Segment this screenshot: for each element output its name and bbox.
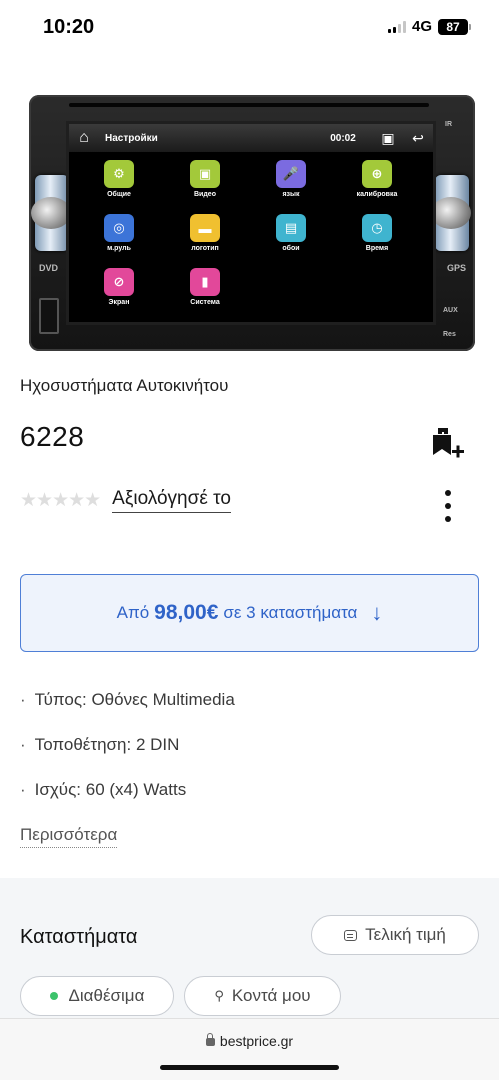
available-dot-icon [49, 992, 58, 1000]
receipt-icon [344, 929, 358, 941]
home-indicator[interactable] [160, 1065, 339, 1070]
spec-text: Ισχύς: 60 (x4) Watts [34, 780, 187, 799]
stereo-app-label: логотип [191, 245, 219, 252]
aux-label: AUX [443, 307, 458, 314]
screen-icon: ⊘ [104, 268, 134, 296]
gps-label: GPS [447, 263, 467, 273]
dvd-label: DVD [39, 263, 59, 273]
stereo-app: ▣ Видео [163, 160, 247, 208]
screen-clock: 00:02 [330, 132, 356, 144]
stereo-app: ▤ обои [249, 214, 333, 262]
add-to-list-button[interactable] [428, 425, 470, 463]
arrow-down-icon: ↓ [371, 600, 383, 625]
stereo-app-label: Видео [194, 191, 216, 198]
more-specs-link[interactable]: Περισσότερα [20, 825, 118, 848]
wallpaper-icon: ▤ [276, 214, 306, 242]
screen-title: Настройки [105, 132, 158, 144]
product-category[interactable]: Ηχοσυστήματα Αυτοκινήτου [20, 376, 228, 396]
kebab-dot [445, 503, 451, 509]
offers-prefix: Από [116, 603, 150, 622]
stores-title: Καταστήματα [20, 926, 138, 948]
steering-wheel-icon: ◎ [104, 214, 134, 242]
screen-topbar: ⌂ Настройки 00:02 ▣ ↩ [69, 124, 433, 152]
tune-knob [431, 175, 471, 251]
kebab-dot [445, 490, 451, 496]
stereo-app: ◎ м.руль [77, 214, 161, 262]
stereo-app: ▮ Система [163, 268, 247, 316]
status-bar: 10:20 4G 87 [0, 0, 499, 54]
spec-list: · Τύπος: Οθόνες Multimedia · Τοποθέτηση: 2… [20, 690, 235, 825]
near-me-filter-chip[interactable]: ⚲ Κοντά μου [184, 976, 341, 1016]
battery-level: 87 [438, 18, 468, 35]
stereo-app-label: Время [365, 245, 389, 252]
spec-item: · Ισχύς: 60 (x4) Watts [20, 780, 187, 799]
target-icon: ⊕ [362, 160, 392, 188]
browser-url-bar[interactable]: bestprice.gr [0, 1018, 499, 1080]
stereo-app-label: язык [282, 191, 300, 198]
app-grid: ⚙ Общие ▣ Видео 🎤 язык ⊕ калибровка ◎ м.руль ▬ лого… [77, 160, 429, 316]
stereo-app: ⚙ Общие [77, 160, 161, 208]
home-icon: ⌂ [79, 129, 89, 146]
stereo-screen: ⌂ Настройки 00:02 ▣ ↩ ⚙ Общие ▣ Видео 🎤 язык ⊕… [66, 121, 436, 325]
spec-item: · Τοποθέτηση: 2 DIN [20, 735, 180, 754]
stereo-app: ⊘ Экран [77, 268, 161, 316]
battery-icon: 87 [438, 18, 471, 35]
offers-price: 98,00€ [154, 601, 219, 624]
stereo-app-label: м.руль [107, 245, 131, 252]
stereo-app: ⊕ калибровка [335, 160, 419, 208]
more-options-button[interactable] [436, 488, 460, 524]
available-filter-chip[interactable]: Διαθέσιμα [20, 976, 174, 1016]
status-time: 10:20 [43, 16, 95, 38]
available-label: Διαθέσιμα [68, 986, 145, 1005]
stores-section: Καταστήματα Τελική τιμή Διαθέσιμα ⚲ Κοντ… [0, 878, 499, 1018]
system-icon: ▮ [190, 268, 220, 296]
disc-slot [69, 103, 429, 107]
kebab-dot [445, 516, 451, 522]
network-type: 4G [411, 18, 432, 35]
ir-label: IR [445, 121, 452, 128]
stereo-app: ▬ логотип [163, 214, 247, 262]
stereo-app: ◷ Время [335, 214, 419, 262]
back-icon: ↩ [412, 129, 424, 146]
usb-port [39, 298, 59, 334]
display-icon: ▣ [381, 129, 395, 146]
product-title: 6228 [20, 421, 85, 452]
signal-icon [387, 20, 406, 33]
spec-text: Τύπος: Οθόνες Multimedia [34, 690, 235, 709]
stereo-app-label: обои [282, 245, 300, 252]
stereo-app-label: калибровка [356, 191, 398, 198]
stereo-app-label: Система [190, 299, 220, 306]
offers-button[interactable]: Από 98,00€ σε 3 καταστήματα ↓ [20, 574, 479, 652]
car-icon: ▬ [190, 214, 220, 242]
product-image[interactable]: DVD GPS AUX Res IR ⌂ Настройки 00:02 ▣ ↩… [29, 95, 475, 351]
video-icon: ▣ [190, 160, 220, 188]
rate-link[interactable]: Αξιολόγησέ το [112, 488, 231, 513]
stereo-app: 🎤 язык [249, 160, 333, 208]
gear-icon: ⚙ [104, 160, 134, 188]
status-indicators: 4G 87 [387, 18, 471, 35]
near-me-label: Κοντά μου [231, 986, 311, 1005]
bookmark-add-icon [433, 428, 464, 458]
clock-icon: ◷ [362, 214, 392, 242]
final-price-button[interactable]: Τελική τιμή [311, 915, 479, 955]
lock-icon [205, 1033, 215, 1046]
stereo-app-label: Общие [107, 191, 131, 198]
stereo-app-label: Экран [108, 299, 130, 306]
final-price-label: Τελική τιμή [365, 925, 446, 944]
microphone-icon: 🎤 [276, 160, 306, 188]
url-display[interactable]: bestprice.gr [0, 1033, 499, 1049]
spec-text: Τοποθέτηση: 2 DIN [34, 735, 180, 754]
spec-item: · Τύπος: Οθόνες Multimedia [20, 690, 235, 709]
rating-row: ★★★★★ Αξιολόγησέ το [20, 488, 231, 513]
location-pin-icon: ⚲ [214, 988, 224, 1003]
offers-suffix: σε 3 καταστήματα [223, 603, 358, 622]
url-text: bestprice.gr [219, 1033, 294, 1049]
stereo-unit: DVD GPS AUX Res IR ⌂ Настройки 00:02 ▣ ↩… [29, 95, 475, 351]
volume-knob [31, 175, 71, 251]
rating-stars: ★★★★★ [20, 490, 101, 511]
res-label: Res [443, 331, 456, 338]
